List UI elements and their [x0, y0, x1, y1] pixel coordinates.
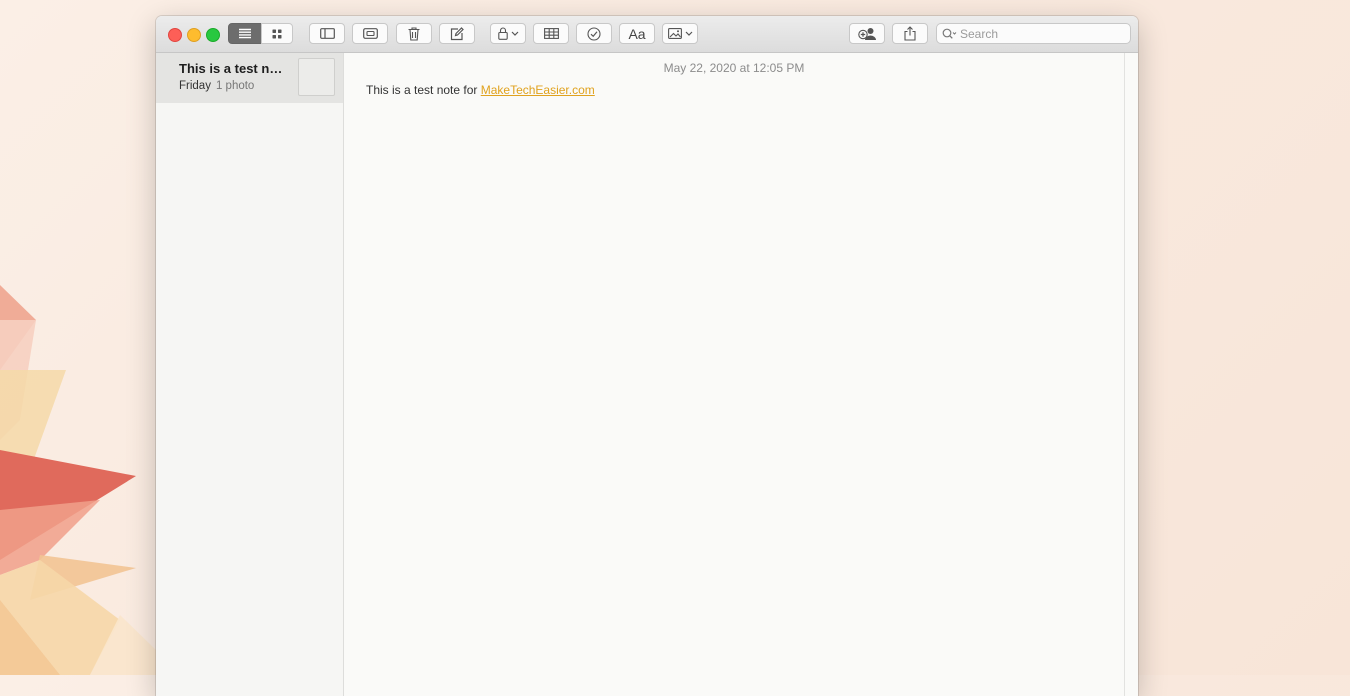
- share-icon: [904, 26, 916, 41]
- add-people-icon: [857, 28, 876, 40]
- note-meta: 1 photo: [215, 80, 255, 92]
- note-subtitle: Friday 1 photo: [179, 80, 254, 92]
- compose-icon: [450, 26, 464, 40]
- format-button[interactable]: Aa: [619, 23, 655, 44]
- format-label: Aa: [628, 25, 646, 42]
- search-icon: [942, 28, 957, 39]
- table-button[interactable]: [533, 23, 569, 44]
- media-button[interactable]: [662, 23, 698, 44]
- editor-divider: [1124, 53, 1125, 696]
- new-note-button[interactable]: [439, 23, 475, 44]
- gallery-view-button[interactable]: [261, 23, 293, 44]
- photo-icon: [667, 28, 682, 39]
- attachments-browser-icon: [362, 28, 378, 39]
- note-body[interactable]: This is a test note for MakeTechEasier.c…: [366, 83, 595, 97]
- add-people-button[interactable]: [849, 23, 885, 44]
- list-icon: [239, 28, 251, 39]
- search-input[interactable]: [960, 26, 1120, 41]
- lock-icon: [497, 27, 508, 40]
- note-editor[interactable]: May 22, 2020 at 12:05 PM This is a test …: [344, 53, 1124, 696]
- maximize-button[interactable]: [206, 28, 220, 42]
- notes-window: Aa This is a test note for MakeTechEasie…: [156, 16, 1138, 696]
- note-body-text: This is a test note for: [366, 83, 481, 97]
- list-view-button[interactable]: [228, 23, 262, 44]
- close-button[interactable]: [168, 28, 182, 42]
- share-button[interactable]: [892, 23, 928, 44]
- checkmark-circle-icon: [587, 26, 601, 41]
- table-icon: [543, 28, 559, 39]
- note-timestamp: May 22, 2020 at 12:05 PM: [663, 61, 805, 75]
- checklist-button[interactable]: [576, 23, 612, 44]
- grid-icon: [272, 29, 282, 38]
- lock-button[interactable]: [490, 23, 526, 44]
- sidebar-icon: [319, 28, 335, 39]
- note-title: This is a test note for MakeTechEasier.c…: [179, 61, 289, 76]
- note-list-item[interactable]: This is a test note for MakeTechEasier.c…: [156, 53, 343, 103]
- minimize-button[interactable]: [187, 28, 201, 42]
- search-field[interactable]: [936, 23, 1131, 44]
- notes-list: This is a test note for MakeTechEasier.c…: [156, 53, 344, 696]
- delete-button[interactable]: [396, 23, 432, 44]
- note-link[interactable]: MakeTechEasier.com: [481, 83, 595, 97]
- note-date: Friday: [179, 80, 211, 92]
- chevron-down-icon: [511, 31, 518, 36]
- sidebar-toggle-button[interactable]: [309, 23, 345, 44]
- trash-icon: [408, 26, 420, 41]
- note-thumbnail: [298, 58, 335, 96]
- chevron-down-icon: [685, 31, 692, 36]
- attachments-button[interactable]: [352, 23, 388, 44]
- toolbar: Aa: [156, 16, 1138, 53]
